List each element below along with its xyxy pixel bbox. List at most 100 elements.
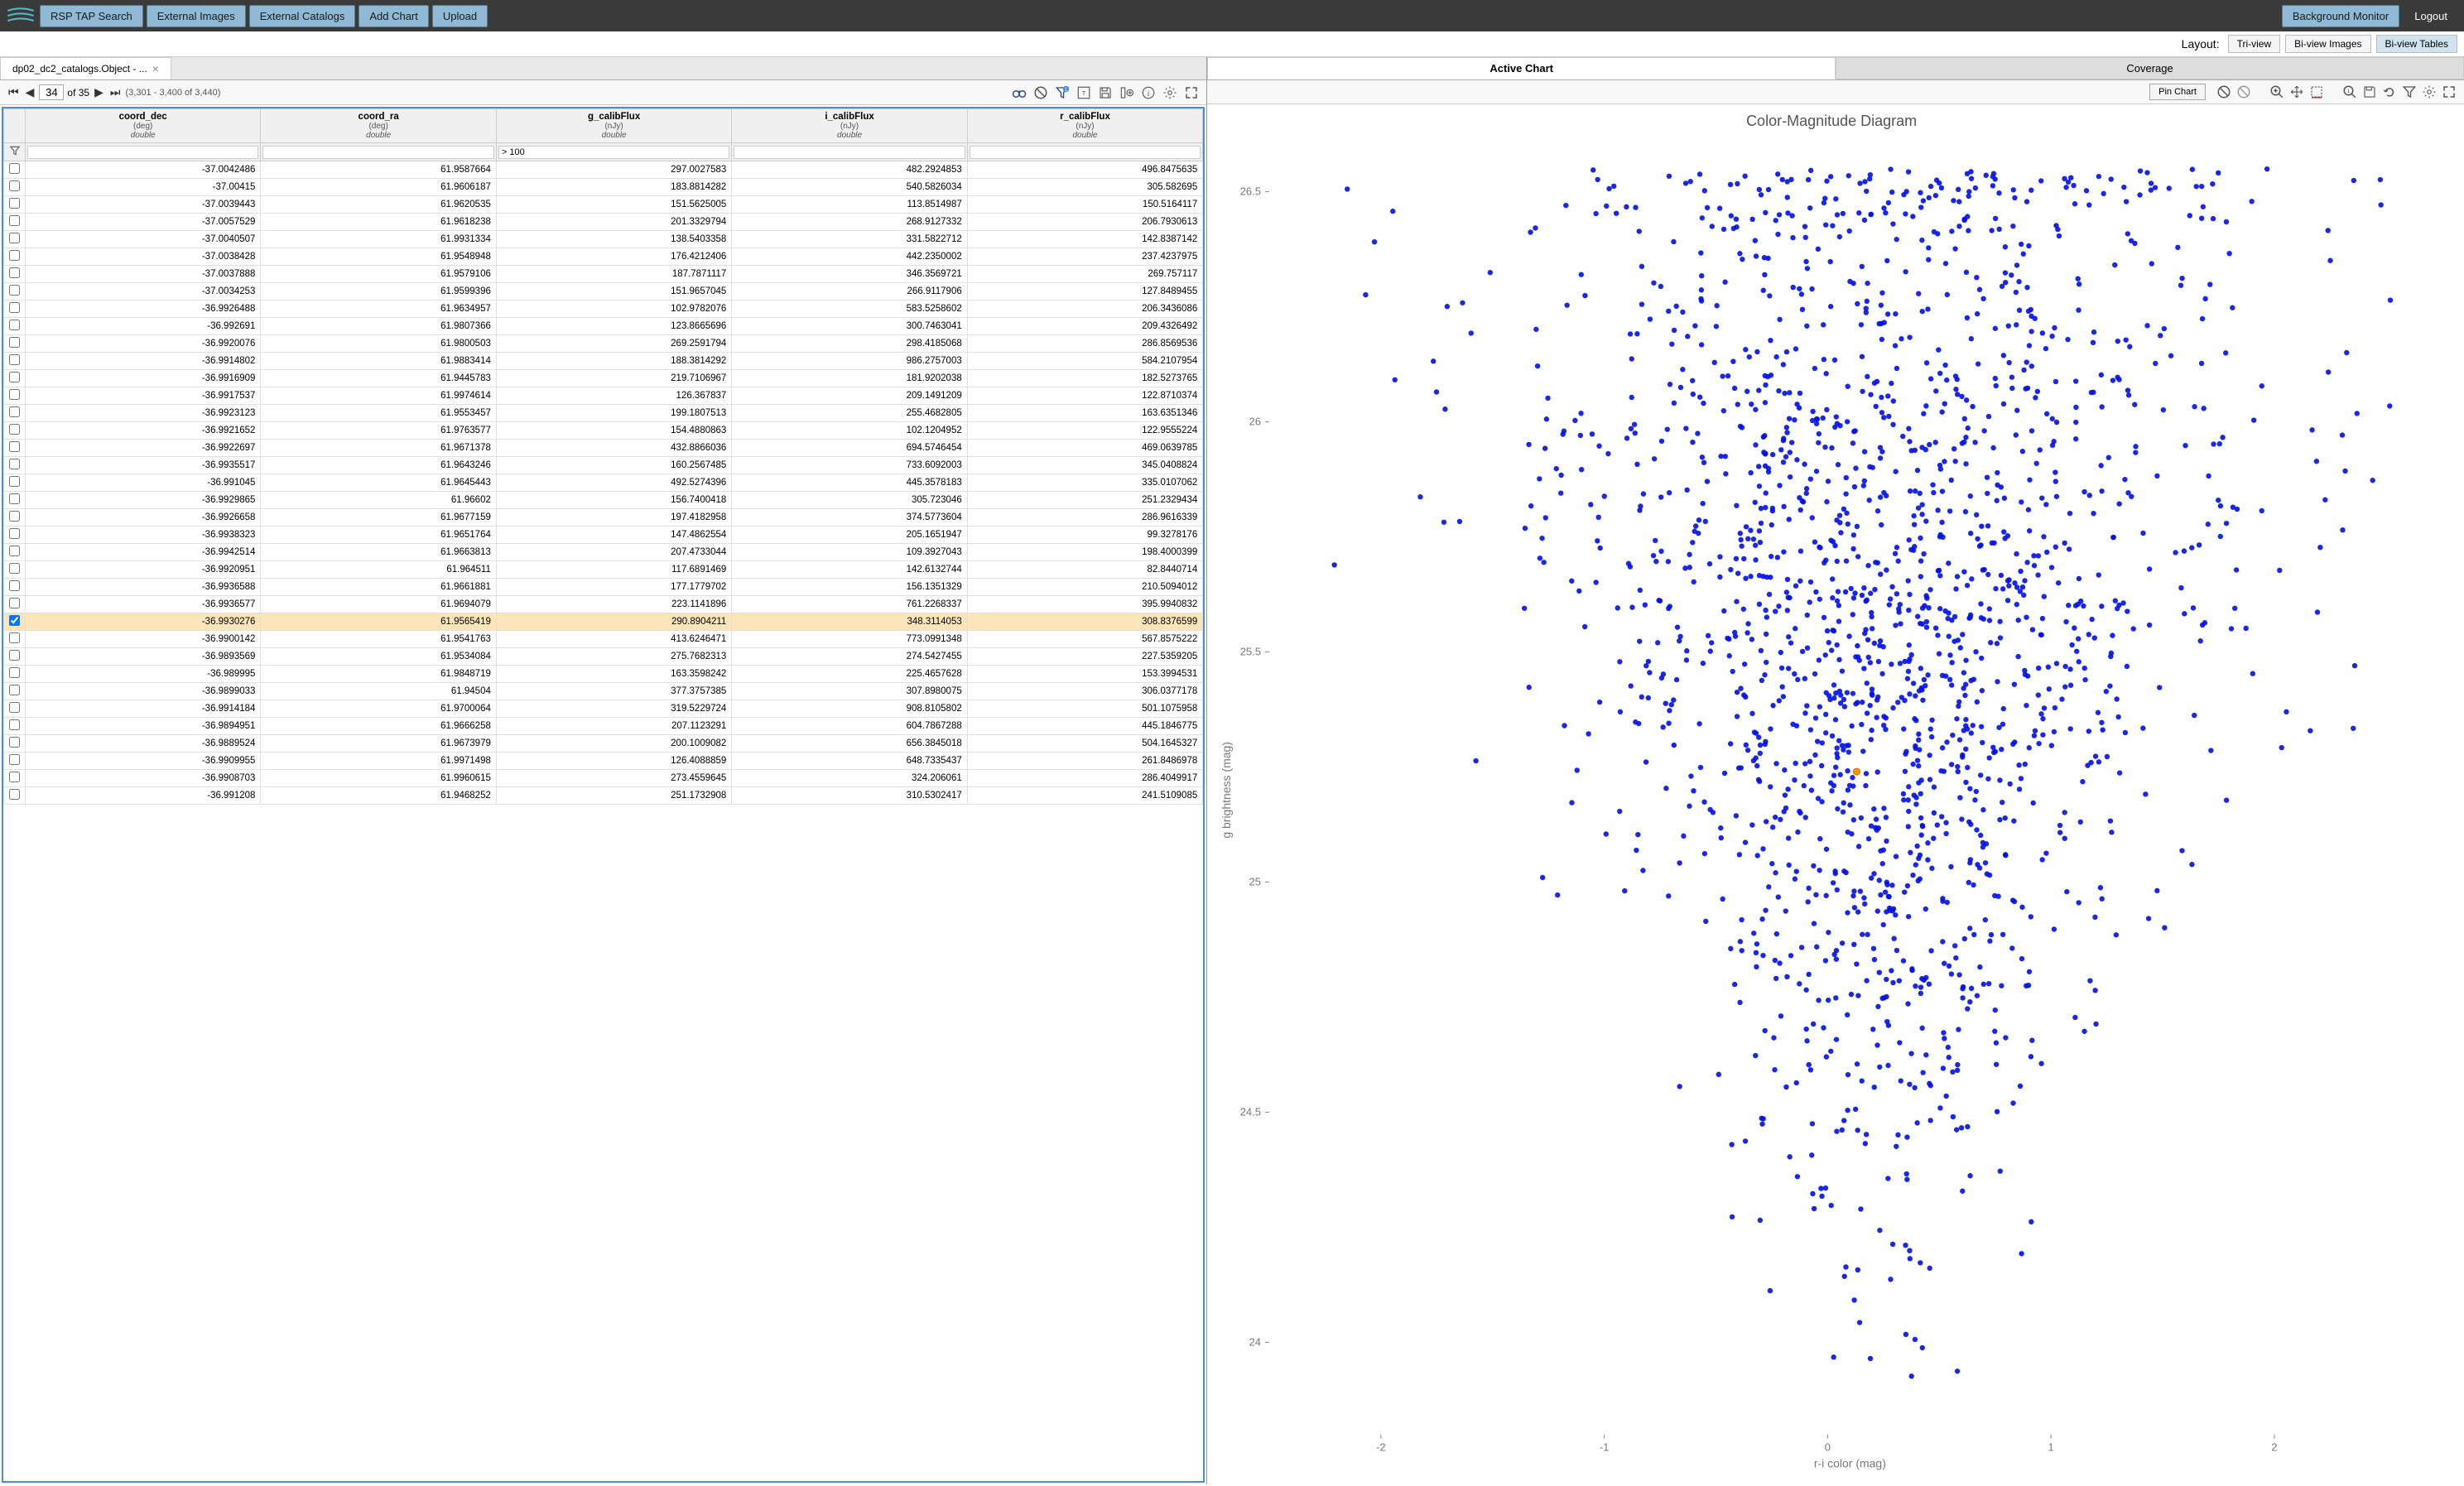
filter-on-icon[interactable] [2216,84,2232,100]
prev-page-icon[interactable]: ◀ [24,84,36,101]
table-row[interactable]: -36.99269161.9807366123.8665696300.74630… [4,318,1203,335]
row-checkbox[interactable] [9,424,20,435]
info-icon[interactable]: i [1140,84,1157,101]
select-box-icon[interactable] [2308,84,2325,100]
column-header[interactable]: i_calibFlux(nJy)double [732,109,967,143]
tab-coverage[interactable]: Coverage [1836,57,2464,79]
page-input[interactable] [39,84,64,100]
column-header[interactable]: coord_ra(deg)double [261,109,496,143]
row-checkbox[interactable] [9,511,20,522]
first-page-icon[interactable]: ⏮ [7,84,21,101]
chart-save-icon[interactable] [2361,84,2378,100]
pan-icon[interactable] [2288,84,2305,100]
table-row[interactable]: -36.993658861.9661881177.1779702156.1351… [4,579,1203,596]
expand-icon[interactable] [1183,84,1200,101]
row-checkbox[interactable] [9,180,20,191]
layout-biview-tables[interactable]: Bi-view Tables [2376,35,2457,53]
table-row[interactable]: -37.0041561.9606187183.8814282540.582603… [4,179,1203,196]
table-row[interactable]: -36.991690961.9445783219.7106967181.9202… [4,370,1203,387]
row-checkbox[interactable] [9,772,20,782]
table-row[interactable]: -36.990870361.9960615273.4559645324.2060… [4,770,1203,787]
column-header[interactable]: coord_dec(deg)double [26,109,261,143]
table-row[interactable]: -36.992165261.9763577154.4880863102.1204… [4,422,1203,440]
nav-rsp-tap-search[interactable]: RSP TAP Search [40,5,143,27]
row-checkbox[interactable] [9,476,20,487]
row-checkbox[interactable] [9,302,20,313]
table-row[interactable]: -37.004248661.9587664297.0027583482.2924… [4,161,1203,179]
table-row[interactable]: -37.003842861.9548948176.4212406442.2350… [4,248,1203,266]
row-checkbox[interactable] [9,215,20,226]
background-monitor-button[interactable]: Background Monitor [2282,5,2399,27]
row-checkbox[interactable] [9,650,20,661]
table-row[interactable]: -36.98999561.9848719163.3598242225.46576… [4,666,1203,683]
row-checkbox[interactable] [9,615,20,626]
table-row[interactable]: -36.993551761.9643246160.2567485733.6092… [4,457,1203,474]
table-row[interactable]: -36.990995561.9971498126.4088859648.7335… [4,753,1203,770]
nav-add-chart[interactable]: Add Chart [359,5,429,27]
gear-icon[interactable] [1162,84,1178,101]
table-row[interactable]: -36.99104561.9645443492.5274396445.35781… [4,474,1203,492]
layout-biview-images[interactable]: Bi-view Images [2285,35,2370,53]
table-tab[interactable]: dp02_dc2_catalogs.Object - ... × [0,57,171,79]
table-row[interactable]: -36.991418461.9700064319.5229724908.8105… [4,700,1203,718]
table-row[interactable]: -36.991480261.9883414188.3814292986.2757… [4,353,1203,370]
row-checkbox[interactable] [9,754,20,765]
chart-area[interactable]: Color-Magnitude Diagram -2-10122424.5252… [1207,104,2464,1486]
row-checkbox[interactable] [9,632,20,643]
no-filter-icon[interactable] [1032,84,1049,101]
table-row[interactable]: -36.992095161.964511117.6891469142.61327… [4,561,1203,579]
table-row[interactable]: -37.005752961.9618238201.3329794268.9127… [4,214,1203,231]
table-row[interactable]: -37.003425361.9599396151.9657045266.9117… [4,283,1203,301]
filter-input[interactable] [970,146,1201,159]
next-page-icon[interactable]: ▶ [93,84,105,101]
table-row[interactable]: -36.992986561.96602156.7400418305.723046… [4,492,1203,509]
text-view-icon[interactable]: T [1076,84,1092,101]
filter-off-icon[interactable] [2235,84,2252,100]
last-page-icon[interactable]: ⏭ [108,84,123,101]
row-checkbox[interactable] [9,667,20,678]
save-icon[interactable] [1097,84,1114,101]
column-header[interactable]: r_calibFlux(nJy)double [967,109,1202,143]
row-checkbox[interactable] [9,598,20,608]
row-checkbox[interactable] [9,737,20,748]
table-row[interactable]: -36.991753761.9974614126.367837209.14912… [4,387,1203,405]
row-checkbox[interactable] [9,389,20,400]
undo-icon[interactable] [2381,84,2398,100]
row-checkbox[interactable] [9,233,20,243]
row-checkbox[interactable] [9,406,20,417]
table-row[interactable]: -36.994251461.9663813207.4733044109.3927… [4,544,1203,561]
nav-external-catalogs[interactable]: External Catalogs [249,5,356,27]
row-checkbox[interactable] [9,702,20,713]
scatter-plot[interactable]: -2-10122424.52525.52626.5r-i color (mag)… [1215,137,2447,1477]
table-row[interactable]: -36.990014261.9541763413.6246471773.0991… [4,631,1203,648]
table-row[interactable]: -37.003788861.9579106187.7871117346.3569… [4,266,1203,283]
zoom-reset-icon[interactable]: 1 [2341,84,2358,100]
table-row[interactable]: -36.989495161.9666258207.1123291604.7867… [4,718,1203,735]
nav-upload[interactable]: Upload [432,5,488,27]
row-checkbox[interactable] [9,441,20,452]
table-row[interactable]: -36.992269761.9671378432.8866036694.5746… [4,440,1203,457]
filter-input[interactable] [27,146,258,159]
table-row[interactable]: -36.993657761.9694079223.1141896761.2268… [4,596,1203,613]
table-row[interactable]: -37.004050761.9931334138.5403358331.5822… [4,231,1203,248]
row-checkbox[interactable] [9,267,20,278]
filter-input[interactable] [734,146,965,159]
row-checkbox[interactable] [9,563,20,574]
row-checkbox[interactable] [9,285,20,296]
row-checkbox[interactable] [9,250,20,261]
binoculars-icon[interactable] [1011,84,1027,101]
filter-badge-icon[interactable]: 1 [1054,84,1071,101]
layout-triview[interactable]: Tri-view [2228,35,2281,53]
table-row[interactable]: -36.992007661.9800503269.2591794298.4185… [4,335,1203,353]
row-checkbox[interactable] [9,685,20,695]
row-checkbox[interactable] [9,580,20,591]
table-row[interactable]: -36.989903361.94504377.3757385307.898007… [4,683,1203,700]
table-row[interactable]: -36.993832361.9651764147.4862554205.1651… [4,527,1203,544]
row-checkbox[interactable] [9,163,20,174]
filter-icon[interactable] [9,145,21,156]
row-checkbox[interactable] [9,528,20,539]
column-header[interactable]: g_calibFlux(nJy)double [496,109,731,143]
nav-external-images[interactable]: External Images [147,5,246,27]
logout-link[interactable]: Logout [2403,10,2459,22]
chart-filter-icon[interactable] [2401,84,2418,100]
